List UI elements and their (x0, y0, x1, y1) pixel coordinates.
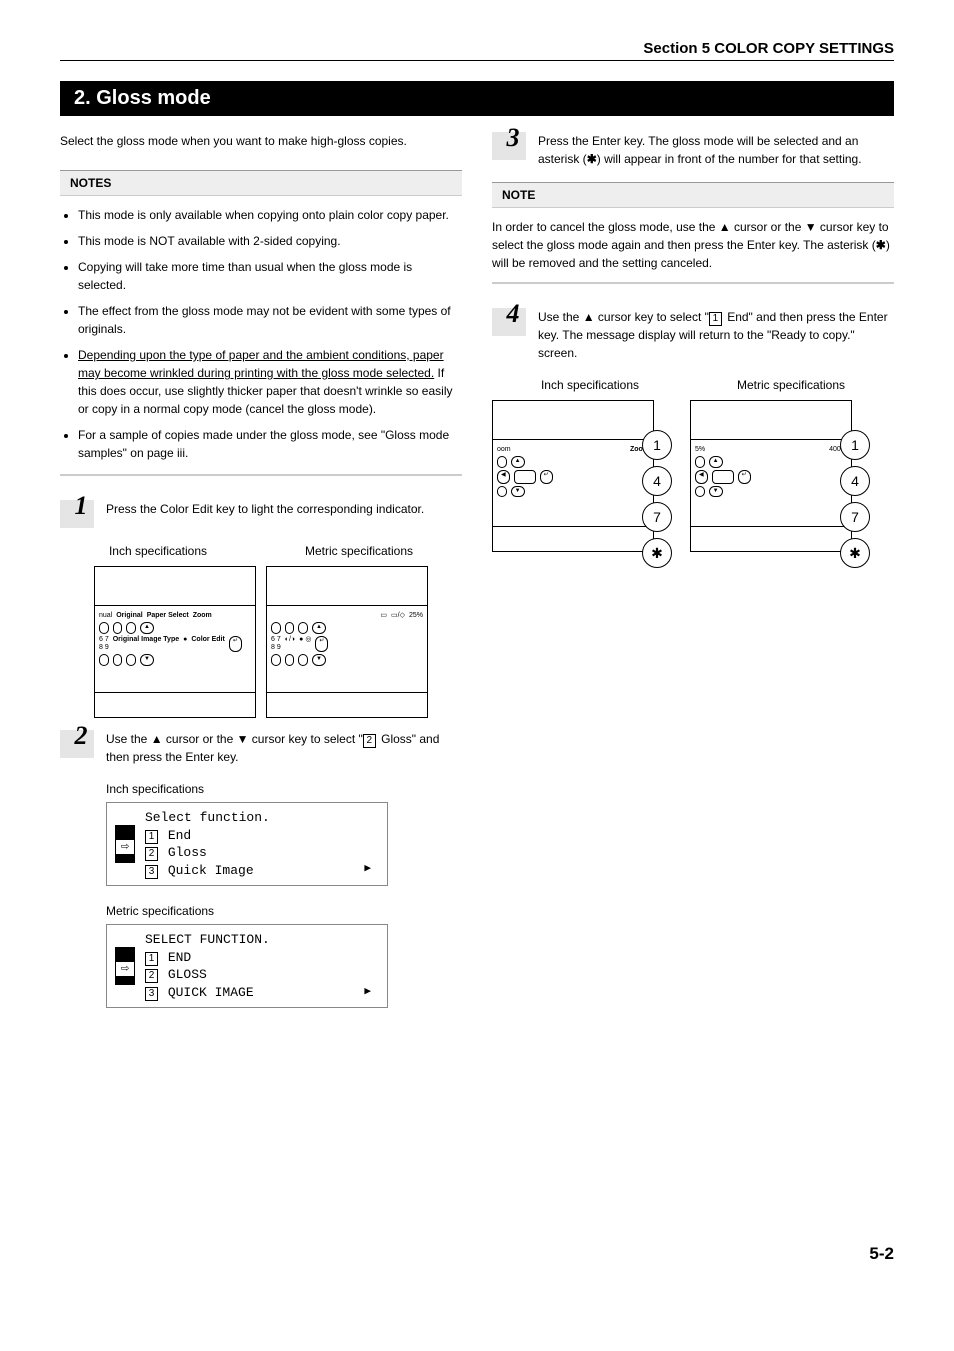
control-panel-inch: nual Original Paper Select Zoom ▲ (94, 566, 256, 718)
step-text: Press the Color Edit key to light the co… (106, 500, 462, 528)
control-panel-inch-step4: oom Zoom ▲ ◀ ↵ (492, 400, 654, 552)
intro-text: Select the gloss mode when you want to m… (60, 132, 462, 150)
metric-spec-label: Metric specifications (737, 376, 845, 394)
keypad-star: ✱ (642, 538, 672, 568)
note-header: NOTE (492, 182, 894, 208)
step-number: 4 (492, 308, 526, 336)
step-4: 4 Use the ▲ cursor key to select "1 End"… (492, 308, 894, 362)
inch-spec-label: Inch specifications (541, 376, 639, 394)
note-item: For a sample of copies made under the gl… (78, 426, 462, 462)
page-title: 2. Gloss mode (60, 81, 894, 116)
keypad-1: 1 (840, 430, 870, 460)
step-text: Use the ▲ cursor key to select "1 End" a… (538, 308, 894, 362)
metric-spec-label: Metric specifications (106, 902, 462, 920)
keypad-1: 1 (642, 430, 672, 460)
inch-spec-label: Inch specifications (109, 542, 207, 560)
note-underlined: Depending upon the type of paper and the… (78, 348, 444, 380)
notes-list: This mode is only available when copying… (60, 206, 462, 462)
metric-spec-label: Metric specifications (305, 542, 413, 560)
note-body: In order to cancel the gloss mode, use t… (492, 218, 894, 272)
control-panel-metric: ▭ ▭/◇ 25% ▲ 6 78 9 ◐/◑ (266, 566, 428, 718)
step-2: 2 Use the ▲ cursor or the ▼ cursor key t… (60, 730, 462, 766)
keypad-7: 7 (642, 502, 672, 532)
note-item: The effect from the gloss mode may not b… (78, 302, 462, 338)
keypad-4: 4 (642, 466, 672, 496)
step-1: 1 Press the Color Edit key to light the … (60, 500, 462, 528)
keypad-star: ✱ (840, 538, 870, 568)
inch-spec-label: Inch specifications (106, 780, 462, 798)
note-item: Depending upon the type of paper and the… (78, 346, 462, 418)
keypad-7: 7 (840, 502, 870, 532)
notes-header: NOTES (60, 170, 462, 196)
note-item: This mode is only available when copying… (78, 206, 462, 224)
page-number: 5-2 (60, 1244, 894, 1264)
lcd-display-metric: ⇨ SELECT FUNCTION. 1 END 2 GLOSS 3 QUICK… (106, 924, 388, 1008)
step-number: 1 (60, 500, 94, 528)
step-number: 3 (492, 132, 526, 160)
step-number: 2 (60, 730, 94, 758)
step-text: Press the Enter key. The gloss mode will… (538, 132, 894, 168)
note-item: This mode is NOT available with 2-sided … (78, 232, 462, 250)
note-item: Copying will take more time than usual w… (78, 258, 462, 294)
keypad-4: 4 (840, 466, 870, 496)
step-3: 3 Press the Enter key. The gloss mode wi… (492, 132, 894, 168)
section-header: Section 5 COLOR COPY SETTINGS (60, 40, 894, 61)
step-text: Use the ▲ cursor or the ▼ cursor key to … (106, 730, 462, 766)
control-panel-metric-step4: 5% 400% ▲ ◀ ↵ (690, 400, 852, 552)
lcd-display-inch: ⇨ Select function. 1 End 2 Gloss 3 Quick… (106, 802, 388, 886)
